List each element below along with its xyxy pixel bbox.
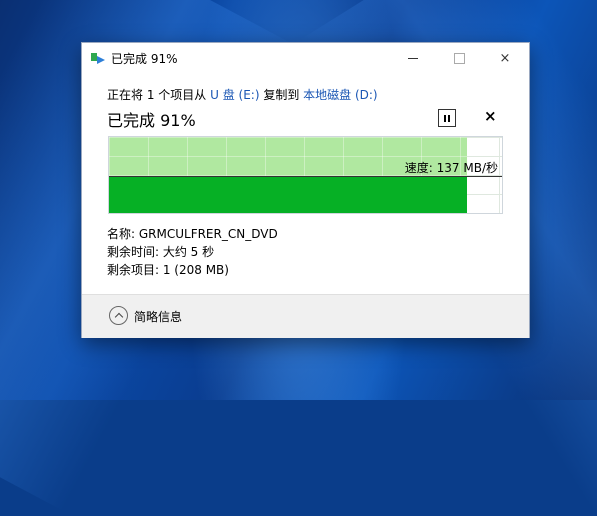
- transfer-speed-graph: 速度: 137 MB/秒: [108, 136, 503, 214]
- file-copy-icon: [91, 52, 105, 64]
- file-name: 名称: GRMCULFRER_CN_DVD: [107, 227, 278, 241]
- title-bar[interactable]: 已完成 91% ×: [82, 43, 529, 73]
- status-prefix: 正在将 1 个项目从: [107, 88, 211, 102]
- window-title: 已完成 91%: [111, 52, 178, 66]
- maximize-button: [436, 43, 482, 73]
- close-icon: ×: [499, 50, 511, 66]
- speed-line: [109, 176, 502, 177]
- maximize-icon: [453, 52, 465, 64]
- minimize-icon: [408, 57, 418, 59]
- speed-area: [109, 177, 467, 213]
- pause-icon: [444, 114, 446, 122]
- pause-button[interactable]: [438, 109, 456, 127]
- fewer-details-toggle[interactable]: 简略信息: [134, 308, 182, 325]
- chevron-up-icon[interactable]: [109, 306, 128, 325]
- speed-label: 速度: 137 MB/秒: [404, 161, 498, 175]
- minimize-button[interactable]: [390, 43, 436, 73]
- cancel-button[interactable]: ×: [484, 107, 497, 125]
- status-middle: 复制到: [259, 88, 304, 102]
- time-remaining: 剩余时间: 大约 5 秒: [107, 245, 215, 259]
- items-remaining: 剩余项目: 1 (208 MB): [107, 263, 229, 277]
- destination-link[interactable]: 本地磁盘 (D:): [303, 88, 377, 102]
- close-button[interactable]: ×: [482, 43, 528, 73]
- copy-status-line: 正在将 1 个项目从 U 盘 (E:) 复制到 本地磁盘 (D:): [107, 86, 378, 103]
- copy-progress-dialog: 已完成 91% × 正在将 1 个项目从 U 盘 (E:) 复制到 本地磁盘 (…: [81, 42, 530, 338]
- source-link[interactable]: U 盘 (E:): [210, 88, 259, 102]
- transfer-details: 名称: GRMCULFRER_CN_DVD 剩余时间: 大约 5 秒 剩余项目:…: [107, 225, 278, 279]
- progress-heading: 已完成 91%: [107, 111, 196, 130]
- dialog-footer: 简略信息: [82, 294, 529, 338]
